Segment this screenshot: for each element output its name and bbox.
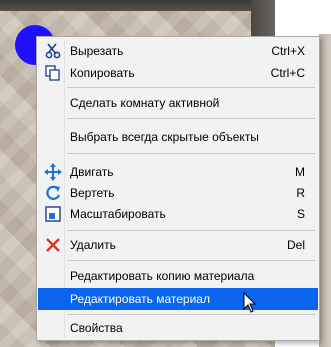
menu-item-copy[interactable]: Копировать Ctrl+C: [38, 62, 318, 84]
menu-item-label: Копировать: [70, 66, 135, 80]
menu-item-shortcut: S: [296, 207, 305, 221]
scale-icon: [44, 205, 62, 223]
menu-item-move[interactable]: Двигать M: [38, 161, 318, 183]
menu-separator: [67, 230, 315, 231]
menu-item-edit-material[interactable]: Редактировать материал: [38, 288, 318, 310]
context-menu: Вырезать Ctrl+X Копировать Ctrl+C Сделат…: [36, 36, 320, 341]
menu-item-label: Удалить: [70, 238, 116, 252]
menu-item-delete[interactable]: Удалить Del: [38, 234, 318, 256]
menu-item-edit-material-copy[interactable]: Редактировать копию материала: [38, 265, 318, 287]
move-icon: [44, 163, 62, 181]
floor-strip: [319, 34, 331, 347]
mouse-cursor-icon: [243, 291, 259, 314]
menu-item-shortcut: Ctrl+C: [270, 66, 305, 80]
menu-item-label: Свойства: [70, 321, 123, 335]
menu-item-label: Выбрать всегда скрытые объекты: [70, 130, 259, 144]
menu-item-make-room-active[interactable]: Сделать комнату активной: [38, 92, 318, 114]
scissors-icon: [44, 42, 62, 60]
menu-item-label: Вертеть: [70, 186, 115, 200]
menu-item-label: Редактировать материал: [70, 292, 210, 306]
menu-item-label: Двигать: [70, 165, 114, 179]
menu-item-scale[interactable]: Масштабировать S: [38, 203, 318, 225]
menu-separator: [67, 153, 315, 154]
menu-item-cut[interactable]: Вырезать Ctrl+X: [38, 40, 318, 62]
menu-separator: [67, 260, 315, 261]
menu-item-label: Сделать комнату активной: [70, 96, 220, 110]
menu-item-label: Вырезать: [70, 44, 124, 58]
menu-item-label: Масштабировать: [70, 207, 166, 221]
rotate-icon: [44, 184, 62, 202]
menu-item-shortcut: Ctrl+X: [271, 44, 305, 58]
menu-separator: [67, 314, 315, 315]
menu-item-shortcut: Del: [286, 238, 305, 252]
menu-item-shortcut: M: [295, 165, 305, 179]
menu-separator: [67, 87, 315, 88]
wall-top: [0, 0, 270, 11]
menu-item-select-hidden[interactable]: Выбрать всегда скрытые объекты: [38, 126, 318, 148]
menu-item-shortcut: R: [296, 186, 305, 200]
copy-icon: [44, 64, 62, 82]
menu-item-label: Редактировать копию материала: [70, 269, 255, 283]
menu-item-properties[interactable]: Свойства: [38, 317, 318, 339]
menu-item-rotate[interactable]: Вертеть R: [38, 182, 318, 204]
delete-icon: [44, 236, 62, 254]
menu-separator: [67, 118, 315, 119]
